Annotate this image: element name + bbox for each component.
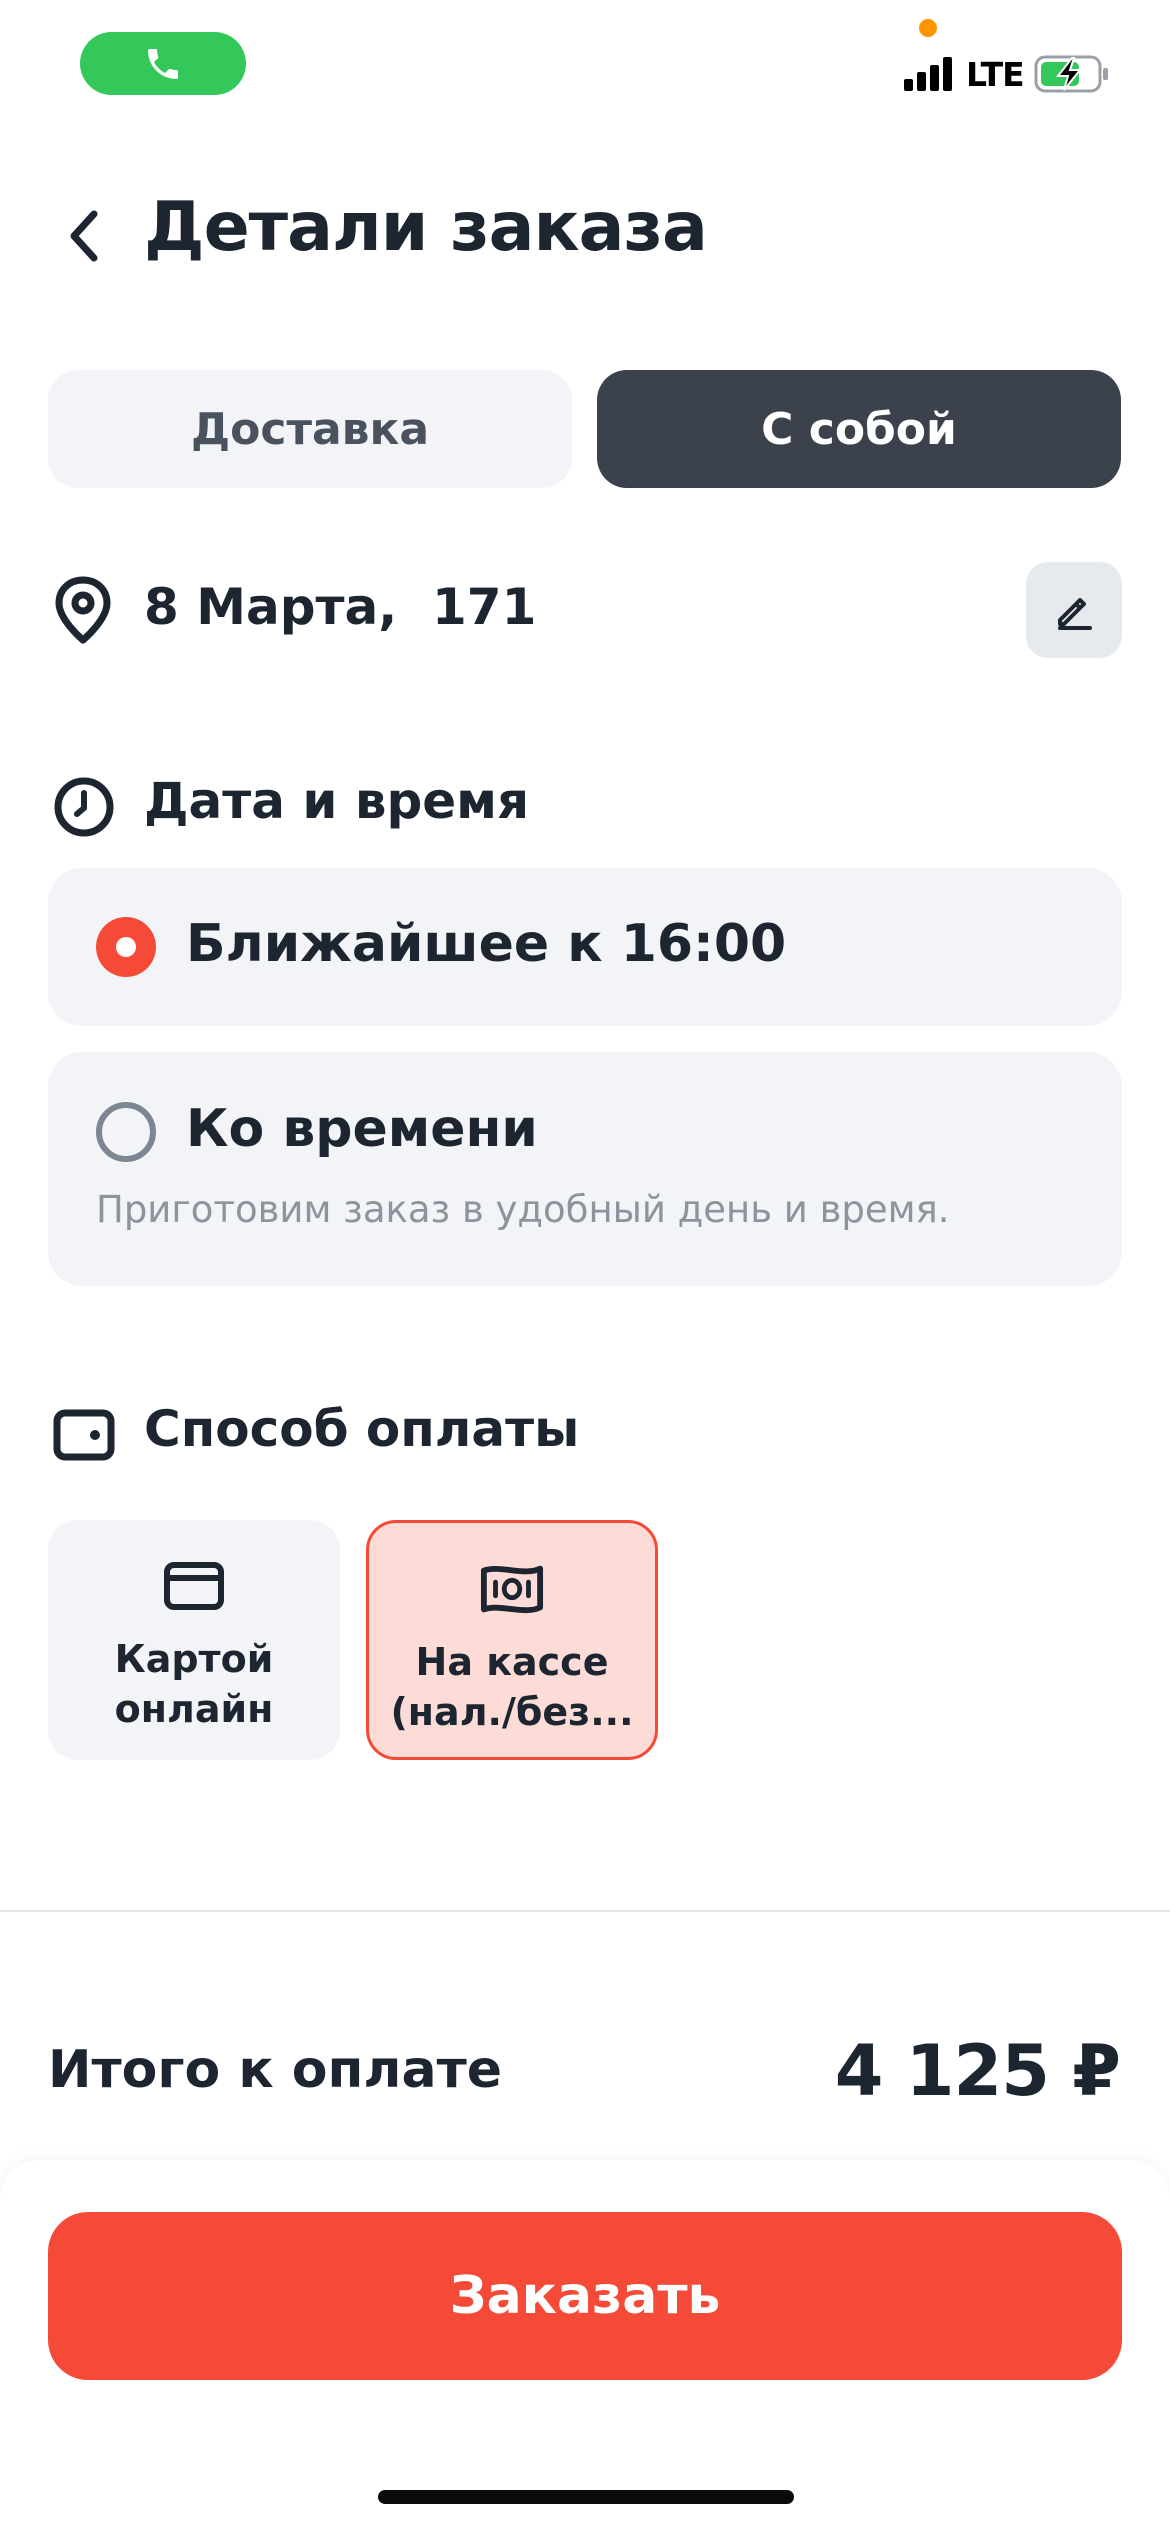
option-asap[interactable]: Ближайшее к 16:00 xyxy=(48,868,1122,1026)
pickup-address: 8 Марта, 171 xyxy=(144,578,537,636)
privacy-indicator-dot xyxy=(919,19,937,37)
page-title: Детали заказа xyxy=(144,188,708,267)
tab-delivery[interactable]: Доставка xyxy=(48,370,572,488)
payment-at-counter[interactable]: На кассе (нал./без... xyxy=(366,1520,658,1760)
payment-card-online-label: Картой онлайн xyxy=(114,1637,274,1731)
network-type: LTE xyxy=(966,54,1025,94)
total-label: Итого к оплате xyxy=(48,2040,503,2100)
credit-card-icon xyxy=(162,1554,226,1618)
payment-at-counter-label: На кассе (нал./без... xyxy=(390,1640,634,1734)
option-scheduled-description: Приготовим заказ в удобный день и время. xyxy=(96,1188,950,1231)
radio-selected[interactable] xyxy=(96,917,156,977)
status-icons: LTE xyxy=(904,52,1110,96)
back-button[interactable] xyxy=(52,200,116,272)
cash-icon xyxy=(480,1557,544,1621)
home-indicator[interactable] xyxy=(378,2490,794,2504)
option-asap-label: Ближайшее к 16:00 xyxy=(186,914,787,974)
map-pin-icon xyxy=(55,576,111,644)
payment-section-title: Способ оплаты xyxy=(144,1400,580,1458)
edit-address-button[interactable] xyxy=(1026,562,1122,658)
divider xyxy=(0,1910,1170,1912)
active-call-indicator[interactable] xyxy=(80,32,246,95)
radio-unselected[interactable] xyxy=(96,1102,156,1162)
tab-pickup[interactable]: С собой xyxy=(597,370,1121,488)
option-scheduled[interactable]: Ко времени Приготовим заказ в удобный де… xyxy=(48,1052,1122,1286)
place-order-button[interactable]: Заказать xyxy=(48,2212,1122,2380)
payment-card-online[interactable]: Картой онлайн xyxy=(48,1520,340,1760)
wallet-icon xyxy=(53,1404,115,1466)
total-amount: 4 125 ₽ xyxy=(834,2030,1121,2112)
phone-icon xyxy=(148,48,178,79)
cellular-signal-icon xyxy=(904,57,952,91)
chevron-left-icon xyxy=(70,210,98,262)
pencil-icon xyxy=(1058,598,1092,630)
datetime-section-title: Дата и время xyxy=(144,772,530,830)
clock-icon xyxy=(53,776,115,838)
battery-charging-icon xyxy=(1034,55,1108,93)
option-scheduled-label: Ко времени xyxy=(186,1099,538,1159)
